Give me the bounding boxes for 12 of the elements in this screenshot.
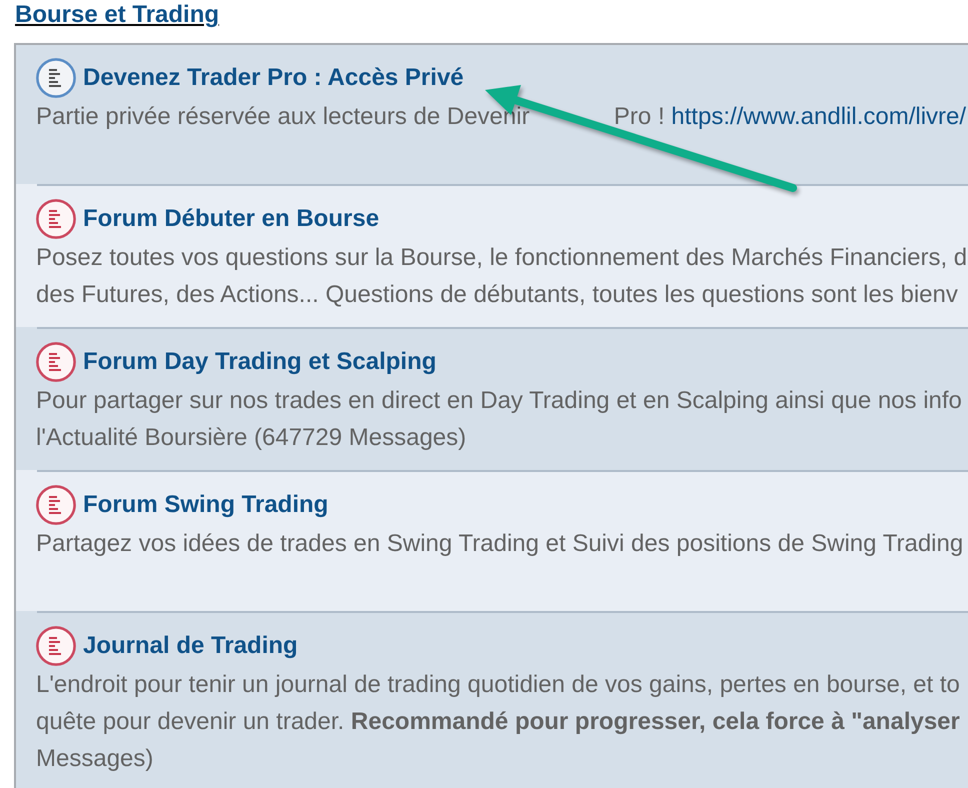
forum-description: Posez toutes vos questions sur la Bourse, le fonctionnement des Marchés Financiers, d des Futures, des Actions... Questions de débutants, toutes les questions sont les bienv (36, 243, 968, 310)
forum-title[interactable]: Journal de Trading (83, 632, 298, 660)
forum-link[interactable]: https://www.andlil.com/livre/ (671, 103, 966, 130)
forum-description: Partagez vos idées de trades en Swing Trading et Suivi des positions de Swing Trading (36, 529, 964, 559)
category-title[interactable]: Bourse et Trading (15, 1, 220, 29)
forum-title[interactable]: Forum Day Trading et Scalping (83, 348, 436, 376)
forum-title[interactable]: Devenez Trader Pro : Accès Privé (83, 64, 464, 92)
forum-description: Partie privée réservée aux lecteurs de Devenir Pro ! https://www.andlil.com/livre/ (36, 102, 968, 132)
forum-description: Pour partager sur nos trades en direct en Day Trading et en Scalping ainsi que nos info l'Actualité Boursière (647729 Messages) (36, 386, 963, 453)
forum-title[interactable]: Forum Swing Trading (83, 491, 328, 519)
forum-title[interactable]: Forum Débuter en Bourse (83, 205, 380, 233)
forum-description: L'endroit pour tenir un journal de trading quotidien de vos gains, pertes en bourse, et to quête pour devenir un trader. Recommandé pour progresser, cela force à "analyser Messages) (36, 670, 961, 774)
